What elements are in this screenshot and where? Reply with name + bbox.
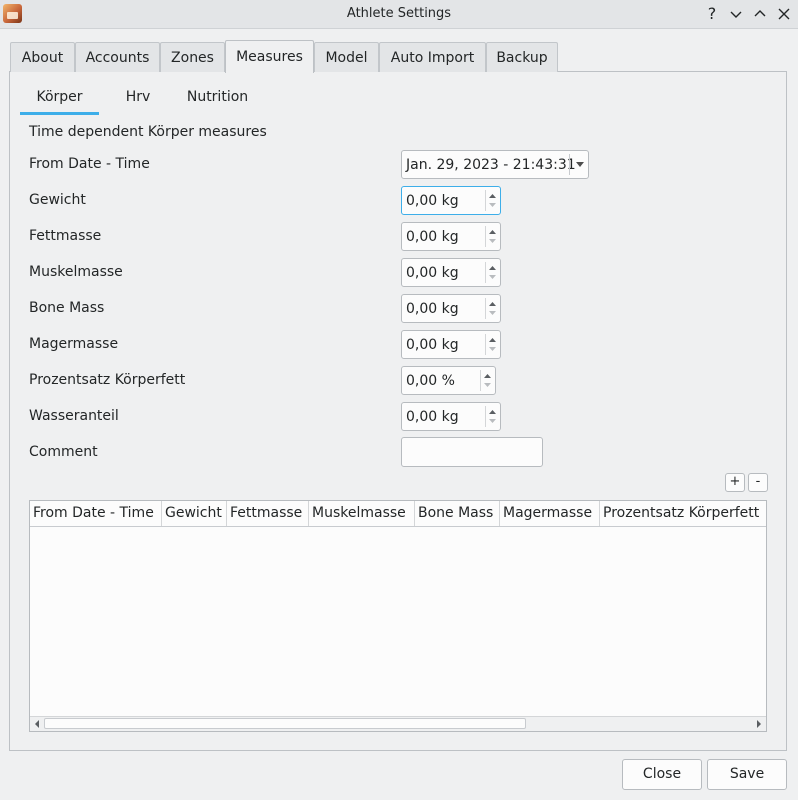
spin-arrows [485,406,498,427]
section-title: Time dependent Körper measures [29,124,267,140]
wasseranteil-value: 0,00 kg [406,409,459,425]
magermasse-label: Magermasse [29,336,119,352]
bone-mass-label: Bone Mass [29,300,105,316]
bone-mass-spinbox[interactable]: 0,00 kg [401,294,501,323]
remove-row-button[interactable]: - [748,473,768,492]
add-row-button[interactable]: + [725,473,745,492]
spin-down-icon[interactable] [483,381,492,389]
prozentsatz-korperfett-value: 0,00 % [406,373,455,389]
tab-zones[interactable]: Zones [160,42,225,72]
chevron-down-icon [730,11,742,18]
bone-mass-value: 0,00 kg [406,301,459,317]
spin-up-icon[interactable] [488,264,497,272]
chevron-up-icon [754,10,766,17]
magermasse-value: 0,00 kg [406,337,459,353]
prozentsatz-korperfett-spinbox[interactable]: 0,00 % [401,366,496,395]
spin-down-icon[interactable] [488,273,497,281]
combo-separator [569,154,570,175]
column-header-gewicht[interactable]: Gewicht [162,501,227,526]
spin-down-icon[interactable] [488,309,497,317]
tab-model[interactable]: Model [314,42,379,72]
dropdown-arrow-icon[interactable] [574,158,586,170]
title-bar: Athlete Settings ? [0,0,798,29]
spin-down-icon[interactable] [488,201,497,209]
subtab-hrv[interactable]: Hrv [113,88,163,112]
subtab-korper[interactable]: Körper [20,88,99,115]
tab-about[interactable]: About [10,42,75,72]
column-header-fettmasse[interactable]: Fettmasse [227,501,309,526]
spin-down-icon[interactable] [488,345,497,353]
spin-up-icon[interactable] [488,228,497,236]
subtab-nutrition[interactable]: Nutrition [180,88,255,112]
column-header-magermasse[interactable]: Magermasse [500,501,600,526]
column-header-from-date[interactable]: From Date - Time [30,501,162,526]
close-window-button[interactable] [774,4,794,24]
gewicht-value: 0,00 kg [406,193,459,209]
spin-arrows [485,298,498,319]
minimize-button[interactable] [726,4,746,24]
spin-arrows [485,334,498,355]
help-button[interactable]: ? [702,4,722,24]
close-button[interactable]: Close [622,759,702,790]
maximize-button[interactable] [750,4,770,24]
column-header-prozentsatz-korperfett[interactable]: Prozentsatz Körperfett [600,501,766,526]
fettmasse-label: Fettmasse [29,228,102,244]
spin-arrows [485,190,498,211]
scrollbar-thumb[interactable] [44,718,526,729]
fettmasse-spinbox[interactable]: 0,00 kg [401,222,501,251]
fettmasse-value: 0,00 kg [406,229,459,245]
muskelmasse-label: Muskelmasse [29,264,123,280]
spin-up-icon[interactable] [488,336,497,344]
wasseranteil-spinbox[interactable]: 0,00 kg [401,402,501,431]
prozentsatz-korperfett-label: Prozentsatz Körperfett [29,372,186,388]
window-title: Athlete Settings [346,6,452,21]
gewicht-spinbox[interactable]: 0,00 kg [401,186,501,215]
horizontal-scrollbar[interactable] [30,716,766,731]
tab-backup[interactable]: Backup [486,42,558,72]
spin-up-icon[interactable] [488,192,497,200]
muskelmasse-spinbox[interactable]: 0,00 kg [401,258,501,287]
spin-up-icon[interactable] [488,408,497,416]
wasseranteil-label: Wasseranteil [29,408,119,424]
close-icon [778,8,790,20]
column-header-muskelmasse[interactable]: Muskelmasse [309,501,415,526]
save-button[interactable]: Save [707,759,787,790]
spin-arrows [485,226,498,247]
scroll-left-icon[interactable] [32,719,42,729]
spin-arrows [485,262,498,283]
scroll-right-icon[interactable] [754,719,764,729]
spin-up-icon[interactable] [483,372,492,380]
muskelmasse-value: 0,00 kg [406,265,459,281]
tab-auto-import[interactable]: Auto Import [379,42,486,72]
spin-arrows [480,370,493,391]
from-date-combo[interactable]: Jan. 29, 2023 - 21:43:31 [401,150,589,179]
spin-up-icon[interactable] [488,300,497,308]
tab-measures[interactable]: Measures [225,40,314,73]
comment-label: Comment [29,444,98,460]
tab-accounts[interactable]: Accounts [75,42,160,72]
spin-down-icon[interactable] [488,237,497,245]
table-header: From Date - Time Gewicht Fettmasse Muske… [30,501,766,527]
magermasse-spinbox[interactable]: 0,00 kg [401,330,501,359]
column-header-bone-mass[interactable]: Bone Mass [415,501,500,526]
measures-table[interactable]: From Date - Time Gewicht Fettmasse Muske… [29,500,767,732]
gewicht-label: Gewicht [29,192,86,208]
from-date-label: From Date - Time [29,156,150,172]
from-date-value: Jan. 29, 2023 - 21:43:31 [406,157,576,173]
spin-down-icon[interactable] [488,417,497,425]
comment-input[interactable] [401,437,543,467]
